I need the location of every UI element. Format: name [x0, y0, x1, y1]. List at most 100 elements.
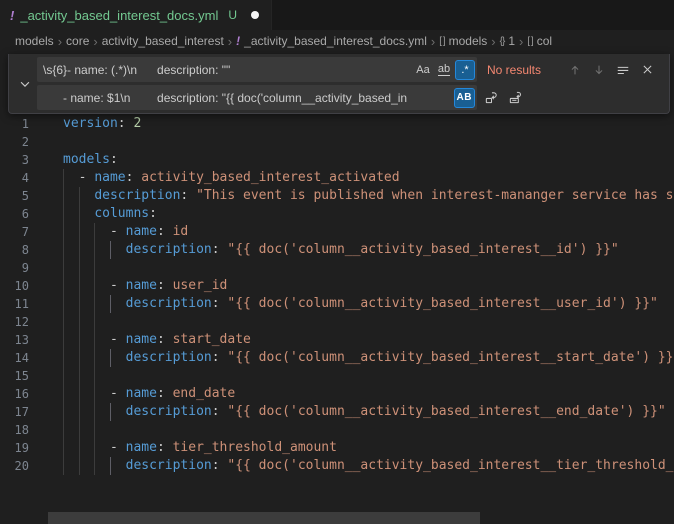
indent-guide	[94, 313, 95, 331]
indent-guide	[63, 313, 64, 331]
indent-guide	[94, 439, 95, 457]
code-text: description: "{{ doc('column__activity_b…	[63, 457, 674, 475]
close-find-button[interactable]	[637, 60, 657, 80]
find-results-count: No results	[487, 63, 561, 77]
chevron-down-icon	[18, 77, 32, 91]
indent-guide	[63, 259, 64, 277]
next-match-button[interactable]	[589, 60, 609, 80]
code-text: description: "This event is published wh…	[63, 187, 674, 205]
code-line[interactable]: 4 - name: activity_based_interest_activa…	[0, 169, 674, 187]
indent-guide	[79, 421, 80, 439]
match-case-button[interactable]: Aa	[413, 60, 433, 80]
whole-word-button[interactable]: ab	[434, 60, 454, 80]
indent-guide	[79, 277, 80, 295]
indent-guide	[94, 331, 95, 349]
indent-guide	[79, 331, 80, 349]
code-line[interactable]: 11 description: "{{ doc('column__activit…	[0, 295, 674, 313]
editor[interactable]: 1version: 223models:4 - name: activity_b…	[0, 52, 674, 477]
indent-guide	[63, 277, 64, 295]
code-area: 1version: 223models:4 - name: activity_b…	[0, 115, 674, 475]
find-in-selection-button[interactable]	[613, 60, 633, 80]
code-text: version: 2	[63, 115, 674, 133]
code-line[interactable]: 9	[0, 259, 674, 277]
code-line[interactable]: 7 - name: id	[0, 223, 674, 241]
horizontal-scrollbar[interactable]	[48, 512, 480, 524]
code-text: models:	[63, 151, 674, 169]
find-row: \s{6}- name: (.*)\n description: "" Aa a…	[37, 57, 665, 82]
indent-guide	[63, 385, 64, 403]
code-line[interactable]: 18	[0, 421, 674, 439]
symbol-array-icon: [ ]	[439, 36, 444, 47]
replace-all-button[interactable]	[505, 88, 525, 108]
indent-guide	[79, 457, 80, 475]
code-line[interactable]: 17 description: "{{ doc('column__activit…	[0, 403, 674, 421]
line-number: 16	[0, 385, 29, 403]
code-line[interactable]: 2	[0, 133, 674, 151]
code-line[interactable]: 15	[0, 367, 674, 385]
code-line[interactable]: 14 description: "{{ doc('column__activit…	[0, 349, 674, 367]
line-number: 17	[0, 403, 29, 421]
indent-guide	[79, 385, 80, 403]
breadcrumb-item-activity-based-interest[interactable]: activity_based_interest	[102, 34, 224, 48]
indent-guide	[63, 295, 64, 313]
unsaved-changes-dot[interactable]	[251, 11, 259, 19]
code-line[interactable]: 10 - name: user_id	[0, 277, 674, 295]
line-number: 18	[0, 421, 29, 439]
code-line[interactable]: 13 - name: start_date	[0, 331, 674, 349]
code-line[interactable]: 6 columns:	[0, 205, 674, 223]
replace-all-icon	[508, 90, 523, 105]
preserve-case-button[interactable]: AB	[454, 88, 475, 108]
indent-guide	[110, 457, 111, 475]
indent-guide	[63, 223, 64, 241]
breadcrumb-separator-icon: ›	[228, 34, 232, 49]
breadcrumb-item-col[interactable]: [ ]col	[527, 34, 552, 48]
breadcrumb-item-models[interactable]: [ ]models	[439, 34, 487, 48]
code-text: description: "{{ doc('column__activity_b…	[63, 241, 674, 259]
indent-guide	[79, 403, 80, 421]
breadcrumb-separator-icon: ›	[93, 34, 97, 49]
replace-value-text: - name: $1\n description: "{{ doc('colum…	[43, 91, 453, 105]
indent-guide	[63, 367, 64, 385]
toggle-replace-button[interactable]	[13, 57, 37, 110]
line-number: 5	[0, 187, 29, 205]
replace-input[interactable]: - name: $1\n description: "{{ doc('colum…	[37, 85, 477, 110]
previous-match-button[interactable]	[565, 60, 585, 80]
line-number: 14	[0, 349, 29, 367]
code-text: - name: user_id	[63, 277, 674, 295]
breadcrumb-item-core[interactable]: core	[66, 34, 89, 48]
line-number: 20	[0, 457, 29, 475]
breadcrumb-item-1[interactable]: {}1	[500, 34, 515, 48]
indent-guide	[79, 295, 80, 313]
code-line[interactable]: 5 description: "This event is published …	[0, 187, 674, 205]
code-line[interactable]: 12	[0, 313, 674, 331]
line-number: 7	[0, 223, 29, 241]
line-number: 9	[0, 259, 29, 277]
breadcrumb-label: activity_based_interest	[102, 34, 224, 48]
indent-guide	[79, 349, 80, 367]
indent-guide	[94, 223, 95, 241]
line-number: 11	[0, 295, 29, 313]
indent-guide	[63, 241, 64, 259]
code-text: description: "{{ doc('column__activity_b…	[63, 349, 674, 367]
breadcrumb-item-models[interactable]: models	[15, 34, 54, 48]
indent-guide	[63, 457, 64, 475]
replace-row: - name: $1\n description: "{{ doc('colum…	[37, 85, 665, 110]
code-line[interactable]: 16 - name: end_date	[0, 385, 674, 403]
indent-guide	[94, 457, 95, 475]
code-line[interactable]: 8 description: "{{ doc('column__activity…	[0, 241, 674, 259]
code-line[interactable]: 20 description: "{{ doc('column__activit…	[0, 457, 674, 475]
git-untracked-badge: U	[228, 8, 237, 22]
code-line[interactable]: 19 - name: tier_threshold_amount	[0, 439, 674, 457]
code-text: description: "{{ doc('column__activity_b…	[63, 403, 674, 421]
breadcrumb-separator-icon: ›	[58, 34, 62, 49]
breadcrumb-item--activity-based-interest-docs-yml[interactable]: !_activity_based_interest_docs.yml	[236, 34, 427, 48]
regex-button[interactable]: .*	[455, 60, 475, 80]
replace-button[interactable]	[481, 88, 501, 108]
code-line[interactable]: 1version: 2	[0, 115, 674, 133]
code-line[interactable]: 3models:	[0, 151, 674, 169]
tab-activity-based-interest-docs[interactable]: ! _activity_based_interest_docs.yml U	[0, 0, 272, 30]
indent-guide	[110, 241, 111, 259]
indent-guide	[79, 313, 80, 331]
find-input[interactable]: \s{6}- name: (.*)\n description: "" Aa a…	[37, 57, 477, 82]
indent-guide	[94, 367, 95, 385]
